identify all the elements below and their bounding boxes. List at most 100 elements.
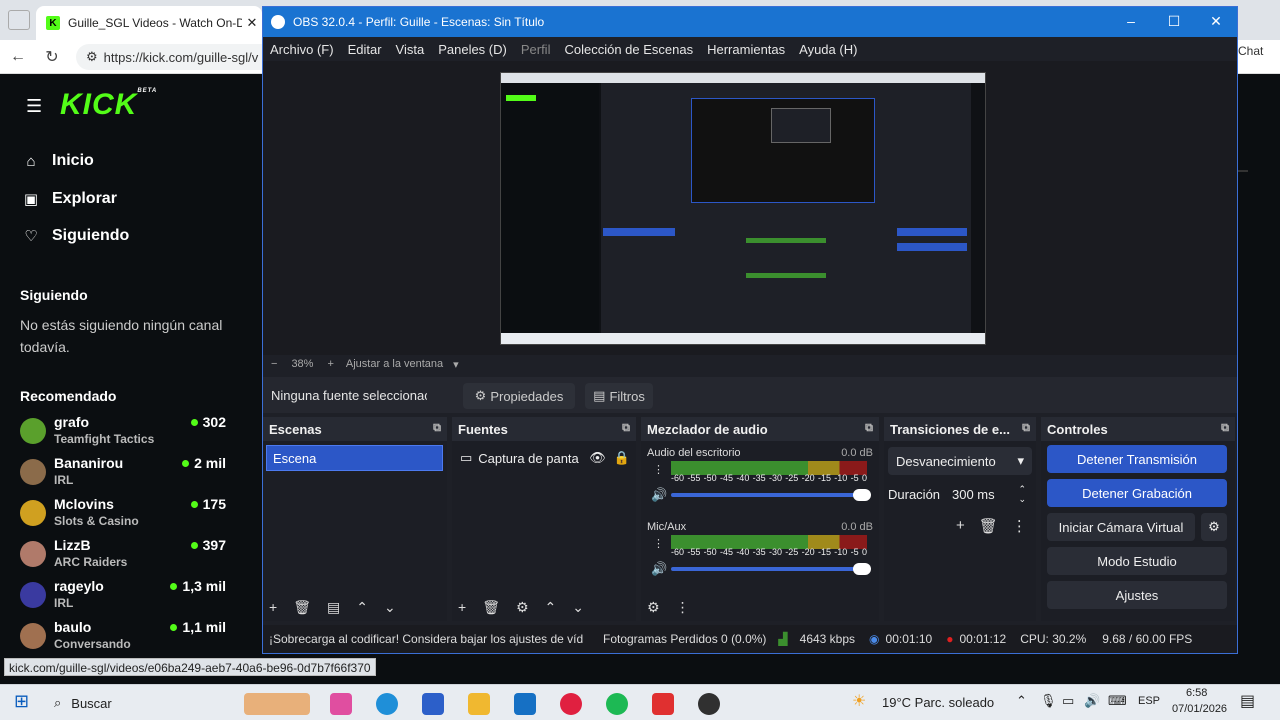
zoom-out-icon[interactable]: − <box>271 358 277 370</box>
close-icon[interactable]: ✕ <box>242 15 262 31</box>
zoom-in-icon[interactable]: + <box>327 358 333 370</box>
nav-siguiendo[interactable]: ♡ Siguiendo <box>22 227 129 245</box>
studio-mode-button[interactable]: Modo Estudio <box>1047 547 1227 575</box>
trash-icon[interactable]: 🗑 <box>482 599 500 616</box>
site-info-icon[interactable]: ⚙ <box>86 49 98 65</box>
gear-icon[interactable]: ⚙ <box>647 599 660 616</box>
browser-tab[interactable]: K Guille_SGL Videos - Watch On-Der ✕ <box>36 6 262 40</box>
menu-ayuda[interactable]: Ayuda (H) <box>799 42 857 57</box>
kebab-icon[interactable]: ⋮ <box>653 463 664 476</box>
menu-vista[interactable]: Vista <box>396 42 425 57</box>
chevron-up-icon[interactable]: ⌃ <box>1016 693 1027 709</box>
gear-icon[interactable]: ⚙ <box>516 599 529 616</box>
add-icon[interactable]: + <box>956 517 965 535</box>
network-icon[interactable]: ▭ <box>1062 693 1074 709</box>
float-icon[interactable]: ⧉ <box>1022 422 1030 435</box>
mic-icon[interactable]: 🎙 <box>1040 693 1057 709</box>
volume-slider[interactable] <box>671 563 871 575</box>
windows-start-icon[interactable]: ⊞ <box>14 691 29 712</box>
duration-input[interactable]: 300 ms ⌃ ⌄ <box>946 481 1032 507</box>
menu-icon[interactable]: ☰ <box>26 96 42 117</box>
float-icon[interactable]: ⧉ <box>622 422 630 435</box>
up-icon[interactable]: ⌃ <box>545 599 557 616</box>
recommended-channel[interactable]: baulo Conversando 1,1 mil <box>20 619 240 659</box>
nav-label: Inicio <box>52 152 94 169</box>
zoom-fit-label[interactable]: Ajustar a la ventana <box>346 358 443 370</box>
language-indicator[interactable]: ESP <box>1138 695 1160 707</box>
chat-tab-label[interactable]: Chat <box>1238 44 1263 58</box>
settings-button[interactable]: Ajustes <box>1047 581 1227 609</box>
float-icon[interactable]: ⧉ <box>1221 422 1229 435</box>
menu-archivo[interactable]: Archivo (F) <box>270 42 334 57</box>
obs-taskbar-icon[interactable] <box>698 693 720 715</box>
zoom-dropdown-icon[interactable]: ▾ <box>453 358 459 371</box>
speaker-icon[interactable]: 🔊 <box>651 487 667 503</box>
trash-icon[interactable]: 🗑 <box>293 599 311 616</box>
kebab-icon[interactable]: ⋮ <box>1012 517 1027 535</box>
nav-inicio[interactable]: ⌂ Inicio <box>22 152 94 170</box>
kick-logo[interactable]: KICKBETA <box>60 88 157 122</box>
kebab-icon[interactable]: ⋮ <box>653 537 664 550</box>
store-icon[interactable] <box>422 693 444 715</box>
widgets-icon[interactable] <box>244 693 310 715</box>
properties-button[interactable]: ⚙ Propiedades <box>463 383 575 409</box>
edge-icon[interactable] <box>376 693 398 715</box>
menu-coleccion[interactable]: Colección de Escenas <box>564 42 693 57</box>
clock-date[interactable]: 07/01/2026 <box>1172 703 1227 715</box>
spotify-icon[interactable] <box>606 693 628 715</box>
recommended-channel[interactable]: rageylo IRL 1,3 mil <box>20 578 240 618</box>
pdf-icon[interactable] <box>652 693 674 715</box>
filters-button[interactable]: ▤ Filtros <box>585 383 653 409</box>
source-item[interactable]: ▭ Captura de panta 👁 🔒 <box>460 447 630 469</box>
menu-paneles[interactable]: Paneles (D) <box>438 42 507 57</box>
menu-herramientas[interactable]: Herramientas <box>707 42 785 57</box>
recommended-channel[interactable]: Mclovins Slots & Casino 175 <box>20 496 240 536</box>
keyboard-icon[interactable]: ⌨ <box>1108 693 1127 709</box>
virtual-cam-button[interactable]: Iniciar Cámara Virtual <box>1047 513 1195 541</box>
recommended-channel[interactable]: grafo Teamfight Tactics 302 <box>20 414 240 454</box>
stop-stream-button[interactable]: Detener Transmisión <box>1047 445 1227 473</box>
outlook-icon[interactable] <box>514 693 536 715</box>
file-explorer-icon[interactable] <box>468 693 490 715</box>
speaker-icon[interactable]: 🔊 <box>651 561 667 577</box>
down-icon[interactable]: ⌄ <box>384 599 396 616</box>
close-icon[interactable]: ✕ <box>1201 13 1231 30</box>
filter-icon[interactable]: ▤ <box>327 599 340 616</box>
recommended-channel[interactable]: LizzB ARC Raiders 397 <box>20 537 240 577</box>
volume-slider[interactable] <box>671 489 871 501</box>
lock-icon[interactable]: 🔒 <box>614 450 630 466</box>
float-icon[interactable]: ⧉ <box>865 422 873 435</box>
reload-icon[interactable]: ↻ <box>38 43 66 71</box>
channel-category: Conversando <box>54 637 131 651</box>
nav-explorar[interactable]: ▣ Explorar <box>22 190 117 208</box>
transition-select[interactable]: Desvanecimiento ▾ <box>888 447 1032 475</box>
gear-icon[interactable]: ⚙ <box>1201 513 1227 541</box>
trash-icon[interactable]: 🗑 <box>979 517 998 535</box>
kebab-icon[interactable]: ⋮ <box>676 599 690 616</box>
opera-icon[interactable] <box>560 693 582 715</box>
maximize-icon[interactable]: ☐ <box>1159 13 1189 30</box>
add-icon[interactable]: + <box>458 599 466 615</box>
notifications-icon[interactable]: ▤ <box>1240 691 1255 711</box>
up-icon[interactable]: ⌃ <box>356 599 368 616</box>
float-icon[interactable]: ⧉ <box>433 422 441 435</box>
recommended-channel[interactable]: Bananirou IRL 2 mil <box>20 455 240 495</box>
address-bar[interactable]: ⚙ https://kick.com/guille-sgl/v <box>76 44 276 70</box>
volume-icon[interactable]: 🔊 <box>1084 693 1100 709</box>
menu-editar[interactable]: Editar <box>348 42 382 57</box>
weather-text[interactable]: 19°C Parc. soleado <box>882 695 994 710</box>
scene-item[interactable]: Escena <box>266 445 443 471</box>
taskbar-search[interactable]: ⌕ Buscar <box>46 689 236 717</box>
copilot-icon[interactable] <box>330 693 352 715</box>
visibility-icon[interactable]: 👁 <box>589 450 606 466</box>
minimize-icon[interactable]: – <box>1116 13 1146 29</box>
stream-preview[interactable] <box>500 72 986 345</box>
stop-record-button[interactable]: Detener Grabación <box>1047 479 1227 507</box>
add-icon[interactable]: + <box>269 599 277 615</box>
back-icon[interactable]: ← <box>4 43 32 71</box>
down-icon[interactable]: ⌄ <box>572 599 584 616</box>
clock-time[interactable]: 6:58 <box>1186 687 1207 699</box>
spinner-icon[interactable]: ⌃ ⌄ <box>1018 484 1026 504</box>
tab-actions-icon[interactable] <box>8 10 30 30</box>
menu-perfil[interactable]: Perfil <box>521 42 551 57</box>
